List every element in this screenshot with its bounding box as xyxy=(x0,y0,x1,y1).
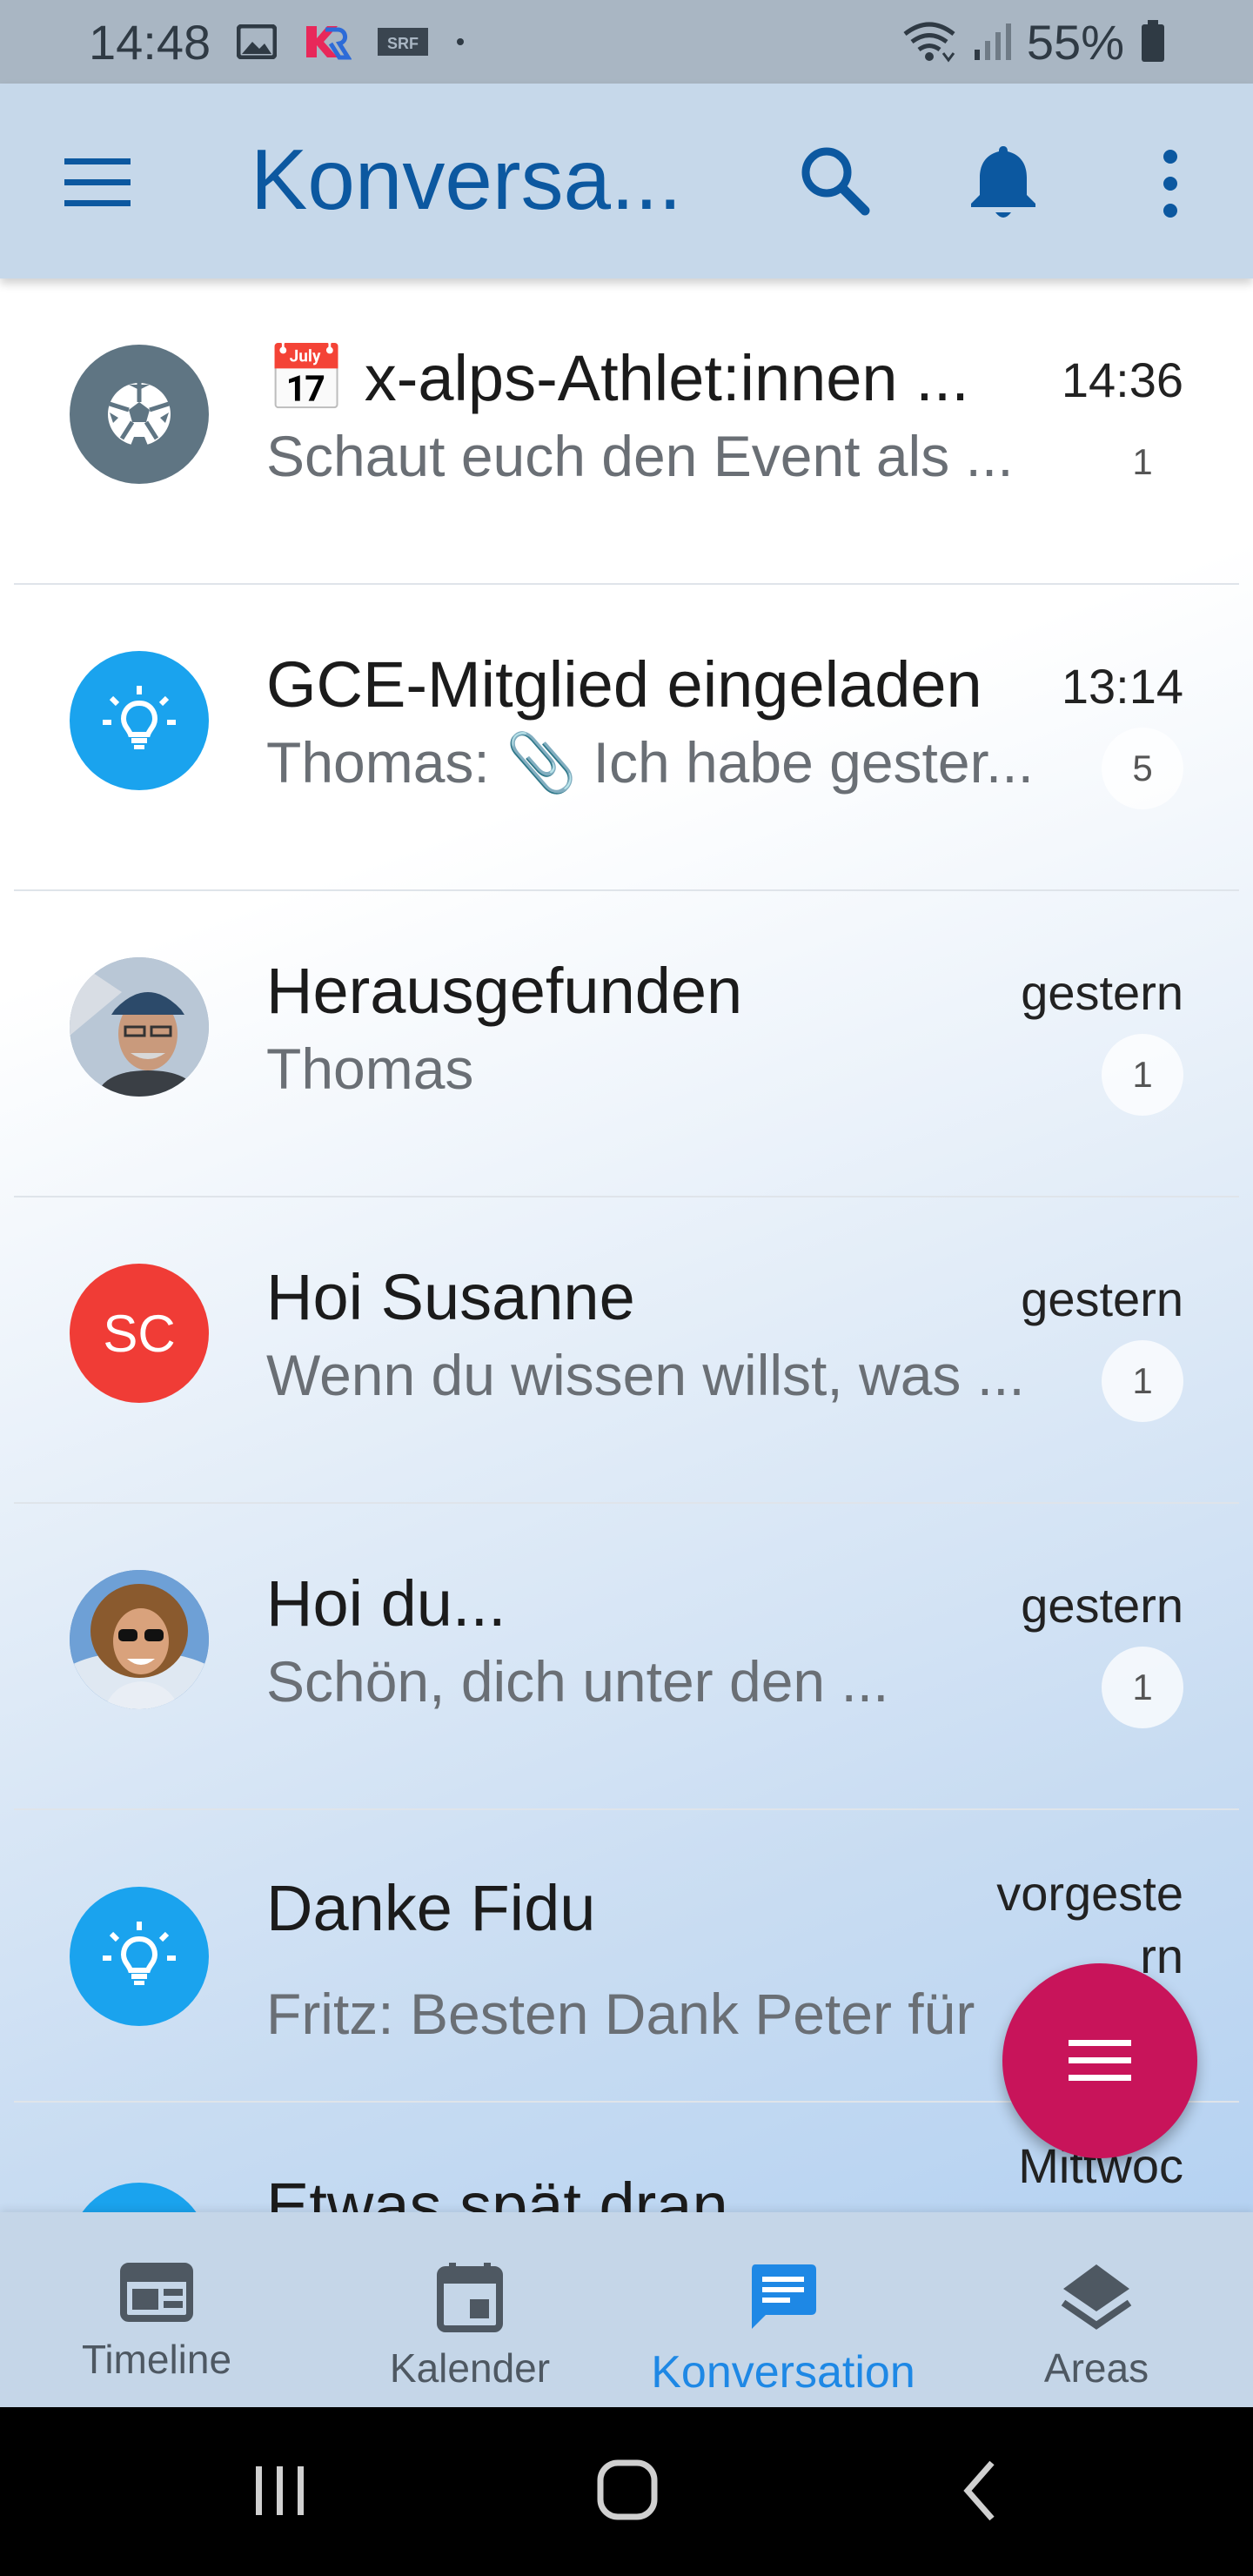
unread-badge: 1 xyxy=(1102,1647,1183,1728)
conversation-title: 📅 x-alps-Athlet:innen ... xyxy=(266,342,969,414)
unread-badge: 1 xyxy=(1102,1034,1183,1116)
unread-badge: 5 xyxy=(1102,728,1183,809)
app-bar: Konversa... xyxy=(0,84,1253,278)
chat-icon xyxy=(752,2264,816,2329)
tab-label: Areas xyxy=(1043,2345,1149,2391)
bell-icon xyxy=(971,146,1035,218)
calendar-icon xyxy=(437,2263,503,2332)
list-item[interactable]: SC Hoi Susanne Wenn du wissen willst, wa… xyxy=(14,1197,1239,1504)
back-icon xyxy=(963,2460,995,2521)
tab-kalender[interactable]: Kalender xyxy=(313,2212,626,2407)
tab-konversation[interactable]: Konversation xyxy=(626,2212,940,2407)
tab-label: Kalender xyxy=(389,2345,551,2391)
lightbulb-icon xyxy=(103,1922,176,1985)
recent-apps-button[interactable] xyxy=(249,2456,312,2530)
system-navigation-bar xyxy=(0,2407,1253,2576)
unread-badge: 1 xyxy=(1102,1340,1183,1422)
tab-areas[interactable]: Areas xyxy=(940,2212,1253,2407)
battery-icon xyxy=(1140,20,1166,64)
avatar xyxy=(70,1887,209,2026)
list-item[interactable]: 📅 x-alps-Athlet:innen ... Schaut euch de… xyxy=(14,278,1239,585)
timeline-icon xyxy=(120,2263,193,2322)
conversation-title: Hoi du... xyxy=(266,1567,506,1640)
conversation-preview: Wenn du wissen willst, was ... xyxy=(266,1343,1025,1407)
layers-icon xyxy=(1061,2264,1132,2330)
lightbulb-icon xyxy=(103,686,176,749)
signal-icon xyxy=(973,22,1011,62)
avatar xyxy=(70,345,209,484)
kr-app-icon xyxy=(303,23,352,61)
more-vert-icon xyxy=(1163,150,1177,218)
conversation-title: Herausgefunden xyxy=(266,955,743,1027)
image-icon xyxy=(237,24,278,59)
notifications-button[interactable] xyxy=(964,139,1042,223)
unread-badge: 1 xyxy=(1132,441,1153,482)
dot-icon xyxy=(454,36,466,48)
list-item[interactable]: Herausgefunden Thomas gestern 1 xyxy=(14,891,1239,1197)
conversation-time: gestern xyxy=(1021,1578,1183,1633)
conversation-title: Etwas spät dran xyxy=(266,2170,728,2212)
conversation-title: Danke Fidu xyxy=(266,1872,596,1944)
menu-lines-icon xyxy=(1069,2040,1131,2081)
search-icon xyxy=(801,147,870,216)
wifi-icon xyxy=(901,20,957,64)
status-time: 14:48 xyxy=(89,14,211,70)
home-icon xyxy=(597,2459,658,2520)
conversation-time: gestern xyxy=(1021,965,1183,1020)
floating-action-button[interactable] xyxy=(1002,1963,1197,2158)
conversation-time: 13:14 xyxy=(1061,659,1183,714)
avatar: SC xyxy=(70,1264,209,1403)
conversation-title: GCE-Mitglied eingeladen xyxy=(266,648,982,721)
tab-timeline[interactable]: Timeline xyxy=(0,2212,313,2407)
battery-percent: 55% xyxy=(1026,14,1124,70)
conversation-list: 📅 x-alps-Athlet:innen ... Schaut euch de… xyxy=(0,278,1253,2212)
soccer-ball-icon xyxy=(108,383,171,446)
conversation-time: 14:36 xyxy=(1061,352,1183,407)
conversation-preview: Schön, dich unter den ... xyxy=(266,1649,889,1714)
avatar xyxy=(70,1570,209,1709)
conversation-preview: Thomas: 📎 Ich habe gester... xyxy=(266,730,1034,795)
status-bar: 14:48 SRF 55% xyxy=(0,0,1253,84)
bottom-navigation: Timeline Kalender Konversation Areas xyxy=(0,2212,1253,2407)
more-options-button[interactable] xyxy=(1149,144,1192,223)
list-item[interactable]: GCE-Mitglied eingeladen Thomas: 📎 Ich ha… xyxy=(14,585,1239,891)
conversation-preview: Fritz: Besten Dank Peter für xyxy=(266,1982,975,2046)
home-button[interactable] xyxy=(595,2456,661,2530)
avatar xyxy=(70,957,209,1097)
svg-text:SRF: SRF xyxy=(387,35,419,52)
photo-man-cap xyxy=(70,957,209,1097)
menu-icon xyxy=(64,158,131,206)
conversation-preview: Thomas xyxy=(266,1036,474,1101)
conversation-preview: Schaut euch den Event als ... xyxy=(266,424,1014,488)
list-item[interactable]: Hoi du... Schön, dich unter den ... gest… xyxy=(14,1504,1239,1810)
recent-apps-icon xyxy=(256,2466,304,2515)
menu-button[interactable] xyxy=(61,151,134,212)
avatar xyxy=(70,2183,209,2212)
conversation-time: gestern xyxy=(1021,1271,1183,1326)
avatar xyxy=(70,651,209,790)
page-title: Konversa... xyxy=(251,131,682,227)
conversation-title: Hoi Susanne xyxy=(266,1261,635,1333)
tab-label: Timeline xyxy=(81,2337,232,2382)
back-button[interactable] xyxy=(954,2456,1006,2530)
photo-woman-sunglasses xyxy=(70,1570,209,1709)
srf-app-icon: SRF xyxy=(378,26,429,57)
tab-label: Konversation xyxy=(651,2347,915,2398)
search-button[interactable] xyxy=(795,141,874,219)
